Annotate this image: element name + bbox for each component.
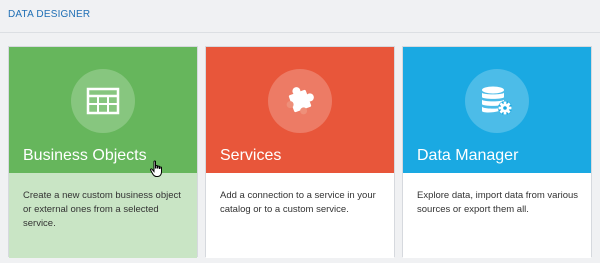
card-description: Explore data, import data from various s…: [417, 190, 579, 215]
icon-circle: [268, 69, 332, 133]
icon-circle: [71, 69, 135, 133]
card-body: Create a new custom business object or e…: [9, 173, 197, 258]
card-title: Business Objects: [23, 147, 147, 164]
card-header: Services: [206, 47, 394, 173]
icon-circle: [465, 69, 529, 133]
puzzle-icon: [286, 87, 314, 115]
hand-cursor-icon: [150, 160, 162, 177]
services-card[interactable]: Services Add a connection to a service i…: [205, 46, 395, 258]
card-header: Data Manager: [403, 47, 591, 173]
card-body: Explore data, import data from various s…: [403, 173, 591, 258]
card-body: Add a connection to a service in your ca…: [206, 173, 394, 258]
card-description: Create a new custom business object or e…: [23, 190, 181, 229]
card-description: Add a connection to a service in your ca…: [220, 190, 376, 215]
page-title: DATA DESIGNER: [8, 9, 91, 20]
database-gear-icon: [482, 86, 512, 115]
card-title: Data Manager: [417, 147, 519, 164]
app-header: DATA DESIGNER: [0, 0, 600, 33]
data-manager-card[interactable]: Data Manager Explore data, import data f…: [402, 46, 592, 258]
card-title: Services: [220, 147, 282, 164]
table-icon: [86, 87, 120, 115]
business-objects-card[interactable]: Business Objects Create a new custom bus…: [8, 46, 198, 258]
card-header: Business Objects: [9, 47, 197, 173]
